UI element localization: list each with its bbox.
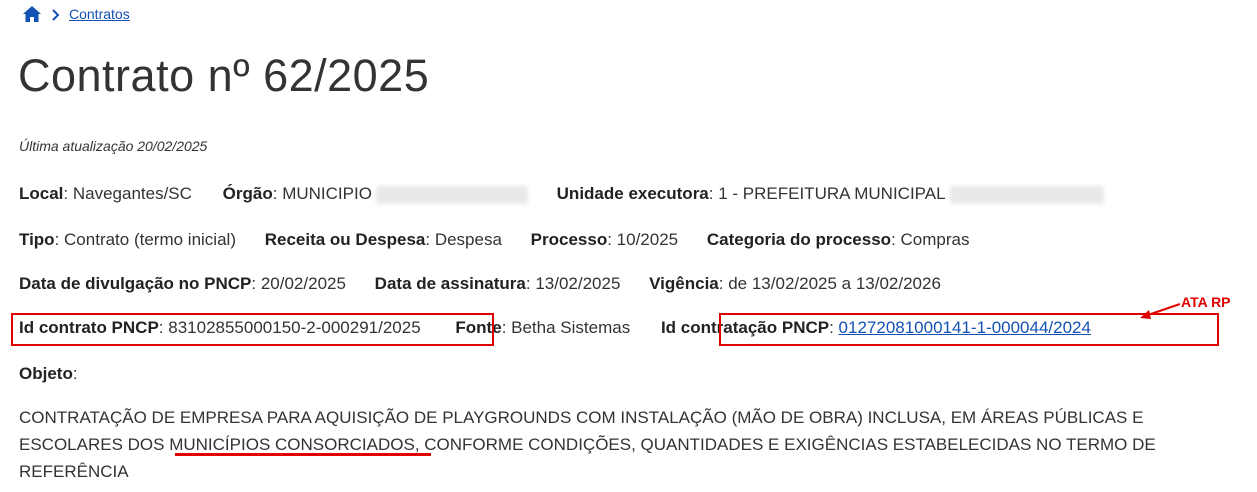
field-label: Local bbox=[19, 184, 64, 203]
field-value: Navegantes/SC bbox=[72, 184, 192, 203]
field-value: 13/02/2025 bbox=[535, 274, 621, 293]
info-row-tipo: Tipo: Contrato (termo inicial) Receita o… bbox=[19, 230, 969, 250]
annotation-box-id-contrato bbox=[11, 313, 494, 346]
objeto-text: CONTRATAÇÃO DE EMPRESA PARA AQUISIÇÃO DE… bbox=[19, 404, 1234, 485]
last-update-text: Última atualização 20/02/2025 bbox=[19, 138, 208, 154]
field-label: Data de assinatura bbox=[374, 274, 526, 293]
field-value: Contrato (termo inicial) bbox=[64, 230, 236, 249]
field-label: Tipo bbox=[19, 230, 55, 249]
field-objeto-label-row: Objeto: bbox=[19, 364, 78, 383]
field-orgao: Órgão: MUNICIPIO bbox=[223, 184, 528, 204]
field-value: Compras bbox=[900, 230, 970, 249]
field-value: MUNICIPIO bbox=[282, 184, 372, 203]
page-title: Contrato nº 62/2025 bbox=[18, 50, 430, 101]
field-value: Despesa bbox=[434, 230, 502, 249]
field-local: Local: Navegantes/SC bbox=[19, 184, 192, 203]
objeto-text-highlight: MUNICÍPIOS CONSORCIADOS bbox=[169, 435, 415, 454]
field-unidade: Unidade executora: 1 - PREFEITURA MUNICI… bbox=[557, 184, 1104, 204]
field-value: Betha Sistemas bbox=[511, 318, 631, 337]
annotation-label: ATA RP bbox=[1181, 294, 1231, 310]
field-label: Unidade executora bbox=[556, 184, 709, 203]
field-label: Vigência bbox=[649, 274, 719, 293]
chevron-right-icon bbox=[51, 8, 61, 21]
field-label: Órgão bbox=[222, 184, 273, 203]
field-receita: Receita ou Despesa: Despesa bbox=[264, 230, 502, 249]
field-label: Data de divulgação no PNCP bbox=[19, 274, 252, 293]
field-value: de 13/02/2025 a 13/02/2026 bbox=[728, 274, 941, 293]
annotation-underline bbox=[175, 453, 431, 456]
field-divulgacao: Data de divulgação no PNCP: 20/02/2025 bbox=[19, 274, 346, 293]
field-tipo: Tipo: Contrato (termo inicial) bbox=[19, 230, 236, 249]
breadcrumb-link-contratos[interactable]: Contratos bbox=[69, 6, 130, 22]
field-processo: Processo: 10/2025 bbox=[530, 230, 679, 249]
field-label-objeto: Objeto bbox=[19, 364, 73, 383]
field-assinatura: Data de assinatura: 13/02/2025 bbox=[374, 274, 621, 293]
breadcrumb: Contratos bbox=[22, 4, 130, 24]
field-label: Categoria do processo bbox=[706, 230, 892, 249]
field-label: Receita ou Despesa bbox=[264, 230, 426, 249]
field-value: 20/02/2025 bbox=[260, 274, 346, 293]
redacted-text bbox=[375, 185, 528, 204]
field-label: Processo bbox=[530, 230, 608, 249]
redacted-text bbox=[949, 185, 1104, 204]
field-categoria: Categoria do processo: Compras bbox=[706, 230, 970, 249]
home-icon[interactable] bbox=[22, 5, 42, 23]
field-value: 1 - PREFEITURA MUNICIPAL bbox=[718, 184, 946, 203]
field-value: 10/2025 bbox=[616, 230, 679, 249]
info-row-local: Local: Navegantes/SC Órgão: MUNICIPIO Un… bbox=[19, 184, 1104, 204]
field-vigencia: Vigência: de 13/02/2025 a 13/02/2026 bbox=[649, 274, 941, 293]
info-row-datas: Data de divulgação no PNCP: 20/02/2025 D… bbox=[19, 274, 941, 294]
